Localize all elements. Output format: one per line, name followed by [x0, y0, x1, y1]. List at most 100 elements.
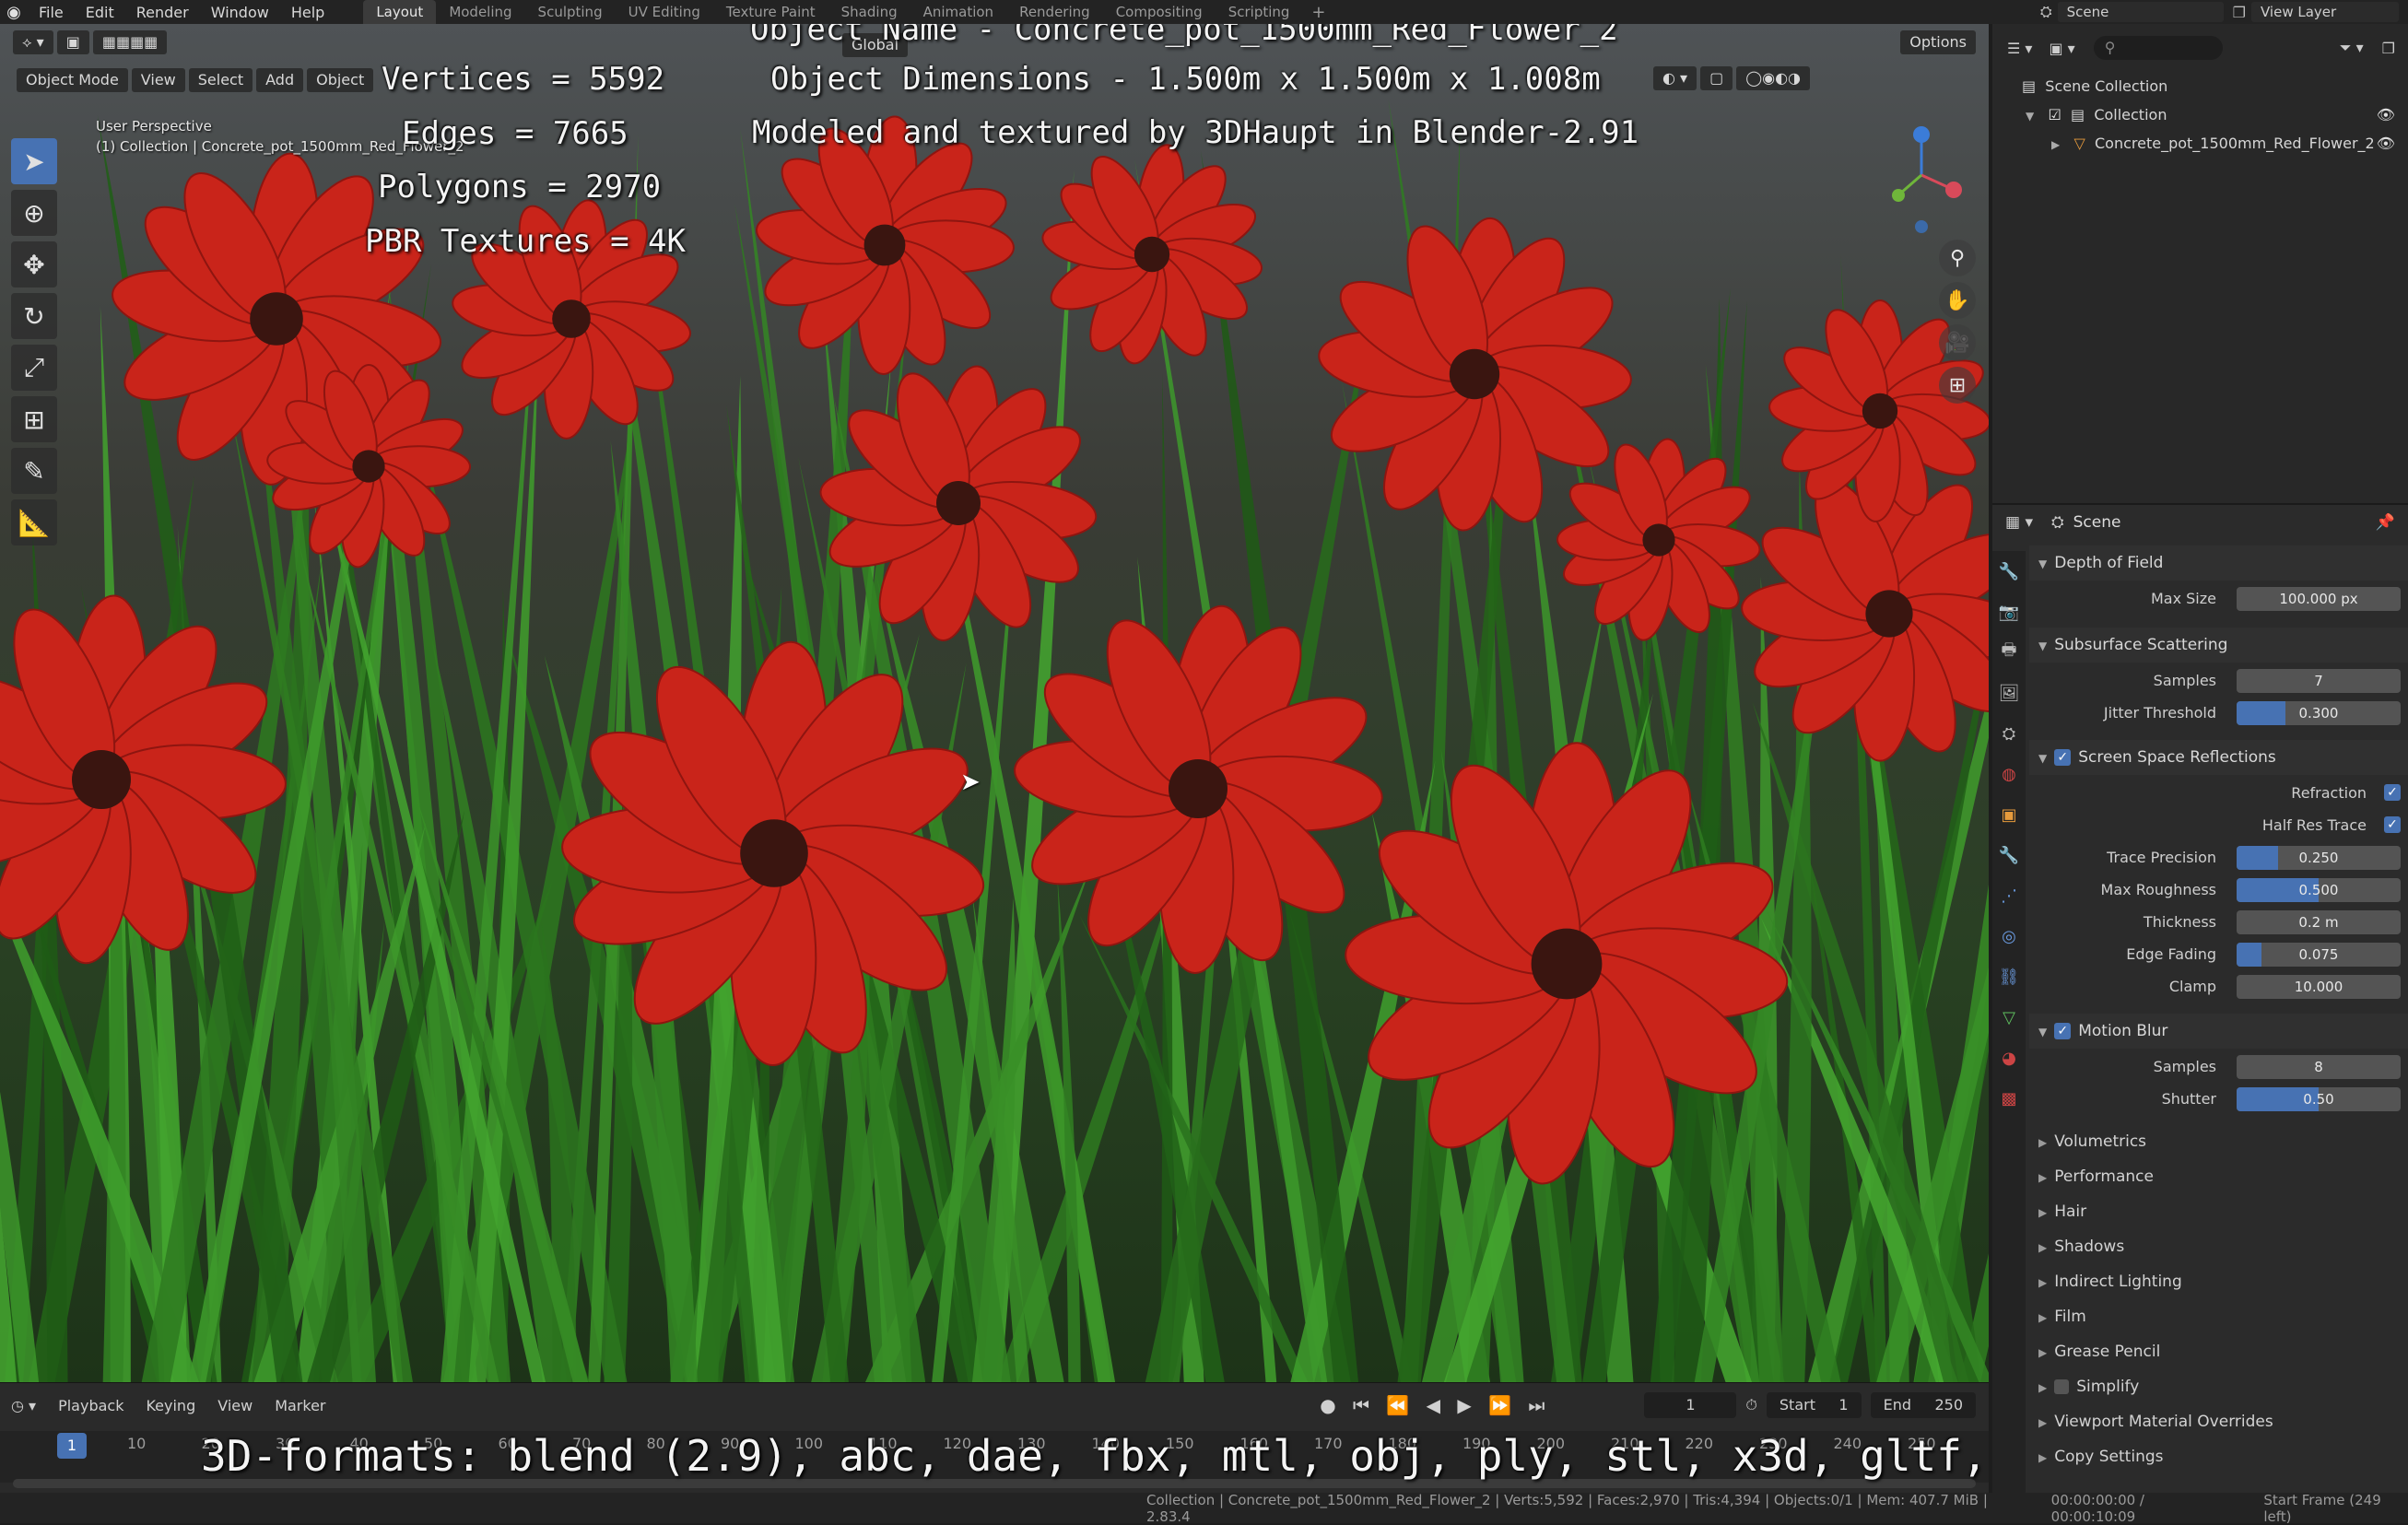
particles-tab-icon[interactable]: ⋰ [1992, 875, 2026, 916]
blender-logo-icon[interactable]: ◉ [0, 0, 28, 24]
render-tab-icon[interactable]: 📷 [1992, 592, 2026, 632]
panel-performance[interactable]: ▶ Performance [2029, 1159, 2408, 1194]
physics-tab-icon[interactable]: ◎ [1992, 916, 2026, 956]
view-layer-selector[interactable]: View Layer [2251, 2, 2399, 22]
playback-controls-icon[interactable]: ● ⏮ ⏪ ◀ ▶ ⏩ ⏭ [1309, 1394, 1561, 1416]
camera-view-icon[interactable]: 🎥 [1939, 324, 1976, 361]
options-dropdown[interactable]: Options [1900, 30, 1976, 54]
cursor-tool-icon[interactable]: ⊕ [11, 190, 57, 236]
tab-uv-editing[interactable]: UV Editing [616, 0, 713, 24]
stopwatch-icon[interactable]: ⏱ [1745, 1396, 1756, 1414]
pin-icon[interactable]: 📌 [2376, 513, 2395, 532]
panel-copy-settings[interactable]: ▶ Copy Settings [2029, 1439, 2408, 1474]
ssr-enable-checkbox[interactable]: ✓ [2054, 749, 2072, 766]
shading-mode-icon[interactable]: ◯◉◐◑ [1736, 66, 1810, 90]
transform-tool-icon[interactable]: ⊞ [11, 396, 57, 442]
scene-tab-icon[interactable]: ⛭ [1992, 713, 2026, 754]
expand-arrow-icon[interactable]: ▶ [2051, 138, 2060, 151]
half-res-trace-checkbox[interactable]: ✓ [2384, 816, 2401, 833]
end-frame-field[interactable]: End 250 [1870, 1392, 1976, 1418]
clamp-field[interactable]: 10.000 [2237, 975, 2401, 999]
object-tab-icon[interactable]: ▣ [1992, 794, 2026, 835]
menu-keying[interactable]: Keying [135, 1397, 206, 1414]
add-workspace-icon[interactable]: + [1302, 3, 1334, 22]
panel-volumetrics[interactable]: ▶ Volumetrics [2029, 1124, 2408, 1159]
tab-shading[interactable]: Shading [828, 0, 910, 24]
panel-depth-of-field[interactable]: ▼ Depth of Field [2029, 545, 2408, 581]
checkbox-icon[interactable]: ☑ [2049, 106, 2061, 123]
outliner-row-object[interactable]: ▶ ▽ Concrete_pot_1500mm_Red_Flower_2 👁 [1992, 129, 2408, 158]
shutter-slider[interactable]: 0.50 [2237, 1087, 2401, 1111]
menu-view[interactable]: View [131, 68, 185, 92]
filter-icon[interactable]: ⏷ ▾ [2340, 39, 2364, 57]
mb-samples-field[interactable]: 8 [2237, 1055, 2401, 1079]
tab-texture-paint[interactable]: Texture Paint [713, 0, 828, 24]
rotate-tool-icon[interactable]: ↻ [11, 293, 57, 339]
outliner-editor-icon[interactable]: ☰ ▾ [2007, 40, 2032, 57]
editor-type-icon[interactable]: ⟡ ▾ [13, 30, 53, 54]
menu-help[interactable]: Help [280, 4, 335, 21]
navigation-gizmo[interactable] [1880, 120, 1963, 243]
menu-add[interactable]: Add [256, 68, 304, 92]
panel-screen-space-reflections[interactable]: ▼ ✓ Screen Space Reflections [2029, 740, 2408, 775]
edge-fading-slider[interactable]: 0.075 [2237, 943, 2401, 967]
scene-selector[interactable]: Scene [2057, 2, 2224, 22]
output-tab-icon[interactable]: 🖶 [1992, 632, 2026, 673]
overlays-icon[interactable]: ◐ ▾ [1653, 66, 1697, 90]
select-tool-icon[interactable]: ➤ [11, 138, 57, 184]
measure-tool-icon[interactable]: 📐 [11, 499, 57, 545]
world-tab-icon[interactable]: ◍ [1992, 754, 2026, 794]
menu-window[interactable]: Window [200, 4, 280, 21]
panel-hair[interactable]: ▶ Hair [2029, 1194, 2408, 1229]
ortho-grid-icon[interactable]: ⊞ [1939, 367, 1976, 404]
menu-timeline-view[interactable]: View [206, 1397, 264, 1414]
panel-subsurface-scattering[interactable]: ▼ Subsurface Scattering [2029, 628, 2408, 663]
trace-precision-slider[interactable]: 0.250 [2237, 846, 2401, 870]
tab-scripting[interactable]: Scripting [1216, 0, 1303, 24]
outliner-search-input[interactable]: ⚲ [2093, 36, 2223, 60]
view-layer-icon[interactable]: ❐ [2233, 4, 2246, 21]
expand-arrow-icon[interactable]: ▼ [2026, 110, 2034, 123]
view-layer-tab-icon[interactable]: 🖼 [1992, 673, 2026, 713]
simplify-checkbox[interactable] [2054, 1379, 2070, 1394]
panel-indirect-lighting[interactable]: ▶ Indirect Lighting [2029, 1264, 2408, 1299]
visibility-eye-icon[interactable]: 👁 [2377, 129, 2395, 158]
motion-blur-checkbox[interactable]: ✓ [2054, 1023, 2072, 1039]
menu-object[interactable]: Object [307, 68, 374, 92]
menu-edit[interactable]: Edit [75, 4, 125, 21]
tab-modeling[interactable]: Modeling [436, 0, 524, 24]
select-mode-icon[interactable]: ▦▦▦▦ [92, 30, 168, 54]
xray-icon[interactable]: ▢ [1700, 66, 1733, 90]
panel-film[interactable]: ▶ Film [2029, 1299, 2408, 1334]
thickness-field[interactable]: 0.2 m [2237, 910, 2401, 934]
menu-render[interactable]: Render [125, 4, 200, 21]
3d-viewport[interactable]: ⟡ ▾ ▣ ▦▦▦▦ Options Object Mode View Sele… [0, 24, 1989, 1382]
outliner-row-scene-collection[interactable]: ▤ Scene Collection [1992, 72, 2408, 100]
display-mode-icon[interactable]: ▣ ▾ [2049, 40, 2074, 57]
timeline-editor-icon[interactable]: ◷ ▾ [0, 1397, 47, 1414]
constraints-tab-icon[interactable]: ⛓ [1992, 956, 2026, 997]
texture-tab-icon[interactable]: ▩ [1992, 1078, 2026, 1119]
zoom-icon[interactable]: ⚲ [1939, 240, 1976, 276]
annotate-tool-icon[interactable]: ✎ [11, 448, 57, 494]
panel-shadows[interactable]: ▶ Shadows [2029, 1229, 2408, 1264]
tool-tab-icon[interactable]: 🔧 [1992, 551, 2026, 592]
new-collection-icon[interactable]: ❐ [2382, 40, 2395, 57]
select-box-icon[interactable]: ▣ [56, 30, 89, 54]
sss-samples-field[interactable]: 7 [2237, 669, 2401, 693]
current-frame-field[interactable]: 1 [1644, 1392, 1737, 1418]
sss-jitter-slider[interactable]: 0.300 [2237, 701, 2401, 725]
tab-sculpting[interactable]: Sculpting [525, 0, 616, 24]
tab-layout[interactable]: Layout [363, 0, 437, 24]
move-tool-icon[interactable]: ✥ [11, 241, 57, 287]
tab-compositing[interactable]: Compositing [1103, 0, 1216, 24]
tab-rendering[interactable]: Rendering [1006, 0, 1103, 24]
refraction-checkbox[interactable]: ✓ [2384, 784, 2401, 801]
visibility-eye-icon[interactable]: 👁 [2377, 100, 2395, 129]
panel-motion-blur[interactable]: ▼ ✓ Motion Blur [2029, 1014, 2408, 1049]
panel-viewport-material-overrides[interactable]: ▶ Viewport Material Overrides [2029, 1404, 2408, 1439]
outliner-row-collection[interactable]: ▼ ☑ ▤ Collection 👁 [1992, 100, 2408, 129]
max-roughness-slider[interactable]: 0.500 [2237, 878, 2401, 902]
start-frame-field[interactable]: Start 1 [1766, 1392, 1862, 1418]
scene-icon[interactable]: ⛭ [2040, 3, 2052, 21]
